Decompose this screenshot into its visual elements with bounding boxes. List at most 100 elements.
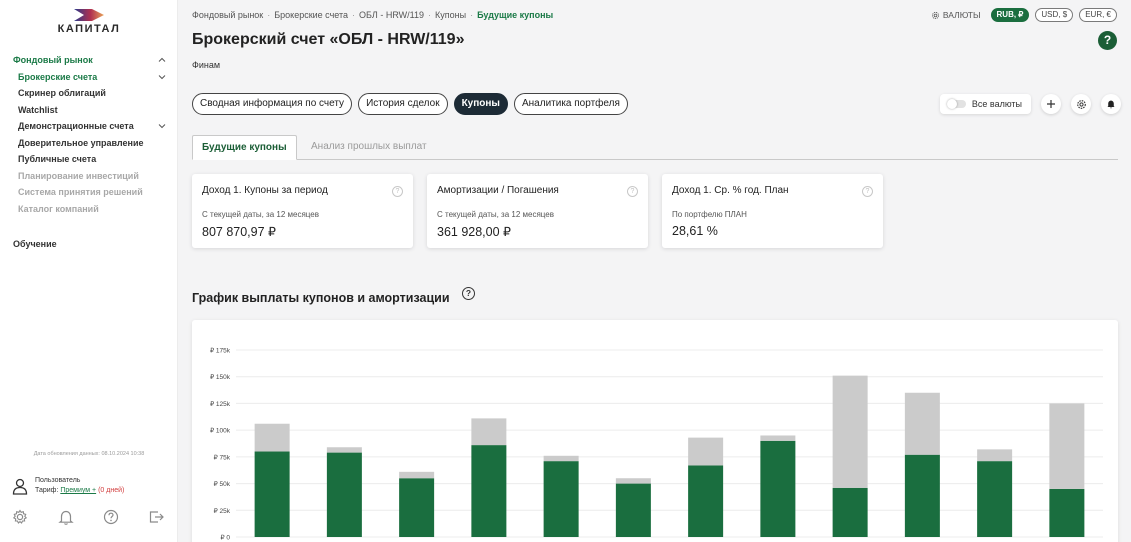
- tab-past-payments[interactable]: Анализ прошлых выплат: [302, 135, 436, 160]
- sidebar-bottom-icons: [0, 508, 178, 528]
- sidebar-item[interactable]: Публичные счета: [0, 151, 178, 168]
- gear-icon: [931, 11, 939, 19]
- logo-mark-icon: [74, 9, 104, 21]
- card-help-icon[interactable]: ?: [627, 186, 638, 197]
- bell-icon[interactable]: [57, 508, 75, 526]
- bar-amortization[interactable]: [471, 418, 507, 446]
- help-icon[interactable]: [102, 508, 120, 526]
- y-tick-label: ₽ 125k: [210, 400, 231, 408]
- chevron-down-icon[interactable]: [158, 73, 166, 81]
- card-amortization: Амортизации / Погашения ? С текущей даты…: [427, 174, 648, 248]
- card-avg-yield: Доход 1. Ср. % год. План ? По портфелю П…: [662, 174, 883, 248]
- bar-amortization[interactable]: [543, 455, 579, 462]
- sidebar-item-label: Фондовый рынок: [13, 55, 93, 65]
- main-content: Фондовый рынок · Брокерские счета · ОБЛ - HR…: [178, 0, 1131, 542]
- logo-text: КАПИТАЛ: [57, 23, 121, 35]
- tab-summary[interactable]: Сводная информация по счету: [192, 93, 353, 115]
- sidebar-item[interactable]: Watchlist: [0, 102, 178, 119]
- bar-coupon[interactable]: [904, 454, 940, 537]
- currency-chip-usd[interactable]: USD, $: [1035, 8, 1074, 22]
- sidebar: КАПИТАЛ Фондовый рынок Брокерские счета Ск…: [0, 0, 178, 542]
- bar-coupon[interactable]: [326, 452, 362, 537]
- sidebar-item[interactable]: Брокерские счета: [0, 69, 178, 86]
- chevron-up-icon[interactable]: [158, 56, 166, 64]
- chevron-down-icon[interactable]: [158, 122, 166, 130]
- all-currencies-toggle[interactable]: Все валюты: [939, 94, 1031, 114]
- breadcrumb-link[interactable]: Купоны: [435, 10, 466, 20]
- logout-icon[interactable]: [147, 508, 165, 526]
- bar-coupon[interactable]: [254, 451, 290, 537]
- chart-help-icon[interactable]: ?: [462, 287, 475, 300]
- bar-amortization[interactable]: [399, 471, 435, 479]
- card-title: Доход 1. Ср. % год. План: [672, 185, 789, 196]
- bar-coupon[interactable]: [471, 445, 507, 537]
- y-tick-label: ₽ 100k: [210, 427, 231, 435]
- sidebar-item[interactable]: Доверительное управление: [0, 135, 178, 152]
- bar-amortization[interactable]: [760, 435, 796, 441]
- settings-button[interactable]: [1071, 94, 1091, 114]
- tariff-prefix: Тариф:: [35, 487, 61, 494]
- sidebar-item[interactable]: Демонстрационные счета: [0, 118, 178, 135]
- y-tick-label: ₽ 0: [220, 534, 230, 542]
- gear-icon[interactable]: [11, 508, 29, 526]
- card-title: Доход 1. Купоны за период: [202, 185, 328, 196]
- sidebar-item-label: Демонстрационные счета: [18, 121, 134, 131]
- breadcrumb-separator: ·: [470, 10, 474, 20]
- bar-coupon[interactable]: [543, 461, 579, 537]
- bar-coupon[interactable]: [688, 465, 724, 537]
- bar-coupon[interactable]: [615, 483, 651, 537]
- tab-coupons[interactable]: Купоны: [453, 93, 508, 115]
- bar-amortization[interactable]: [904, 392, 940, 455]
- bar-amortization[interactable]: [977, 449, 1013, 462]
- breadcrumb-link[interactable]: Фондовый рынок: [192, 10, 263, 20]
- sidebar-item[interactable]: Скринер облигаций: [0, 85, 178, 102]
- currency-label: ВАЛЮТЫ: [931, 10, 981, 20]
- bar-amortization[interactable]: [615, 478, 651, 484]
- card-subtitle: С текущей даты, за 12 месяцев: [437, 210, 554, 219]
- sidebar-item[interactable]: Система принятия решений: [0, 184, 178, 201]
- card-subtitle: С текущей даты, за 12 месяцев: [202, 210, 319, 219]
- bar-amortization[interactable]: [254, 423, 290, 452]
- tariff-plan-link[interactable]: Премиум +: [60, 487, 96, 494]
- add-button[interactable]: [1041, 94, 1061, 114]
- breadcrumb-link[interactable]: ОБЛ - HRW/119: [359, 10, 424, 20]
- user-block[interactable]: Пользователь Тариф: Премиум + (0 дней): [10, 475, 170, 499]
- card-value: 807 870,97 ₽: [202, 225, 276, 239]
- all-currencies-label: Все валюты: [971, 99, 1022, 109]
- card-title: Амортизации / Погашения: [437, 185, 559, 196]
- currency-chip-rub[interactable]: RUB, ₽: [990, 8, 1030, 22]
- coupon-sub-tabs: Будущие купоны Анализ прошлых выплат: [192, 135, 1118, 160]
- sidebar-item-label: Публичные счета: [18, 154, 97, 164]
- bar-coupon[interactable]: [399, 478, 435, 537]
- y-tick-label: ₽ 50k: [214, 480, 231, 488]
- card-subtitle: По портфелю ПЛАН: [672, 210, 747, 219]
- sidebar-nav: Фондовый рынок Брокерские счета Скринер об…: [0, 52, 178, 217]
- sidebar-item[interactable]: Каталог компаний: [0, 201, 178, 218]
- tab-portfolio-analytics[interactable]: Аналитика портфеля: [513, 93, 628, 115]
- card-value: 28,61 %: [672, 224, 718, 238]
- bar-amortization[interactable]: [326, 447, 362, 453]
- sidebar-item-learning[interactable]: Обучение: [13, 239, 57, 249]
- page-help-button[interactable]: ?: [1098, 31, 1117, 50]
- tab-trade-history[interactable]: История сделок: [358, 93, 448, 115]
- currency-label-text: ВАЛЮТЫ: [942, 10, 981, 20]
- bar-amortization[interactable]: [1049, 403, 1085, 489]
- bar-amortization[interactable]: [832, 375, 868, 488]
- bar-coupon[interactable]: [760, 440, 796, 537]
- bar-coupon[interactable]: [832, 487, 868, 537]
- card-help-icon[interactable]: ?: [862, 186, 873, 197]
- toggle-switch[interactable]: [946, 99, 966, 109]
- bar-coupon[interactable]: [977, 461, 1013, 537]
- card-help-icon[interactable]: ?: [392, 186, 403, 197]
- notifications-button[interactable]: [1101, 94, 1121, 114]
- breadcrumb-link[interactable]: Брокерские счета: [274, 10, 348, 20]
- summary-cards: Доход 1. Купоны за период ? С текущей да…: [192, 174, 883, 248]
- currency-chip-eur[interactable]: EUR, €: [1079, 8, 1117, 22]
- sidebar-item-label: Каталог компаний: [18, 203, 99, 214]
- logo[interactable]: КАПИТАЛ: [0, 8, 178, 35]
- bar-amortization[interactable]: [688, 437, 724, 466]
- tab-future-coupons[interactable]: Будущие купоны: [192, 135, 297, 160]
- sidebar-item[interactable]: Фондовый рынок: [0, 52, 178, 69]
- sidebar-item[interactable]: Планирование инвестиций: [0, 168, 178, 185]
- bar-coupon[interactable]: [1049, 488, 1085, 537]
